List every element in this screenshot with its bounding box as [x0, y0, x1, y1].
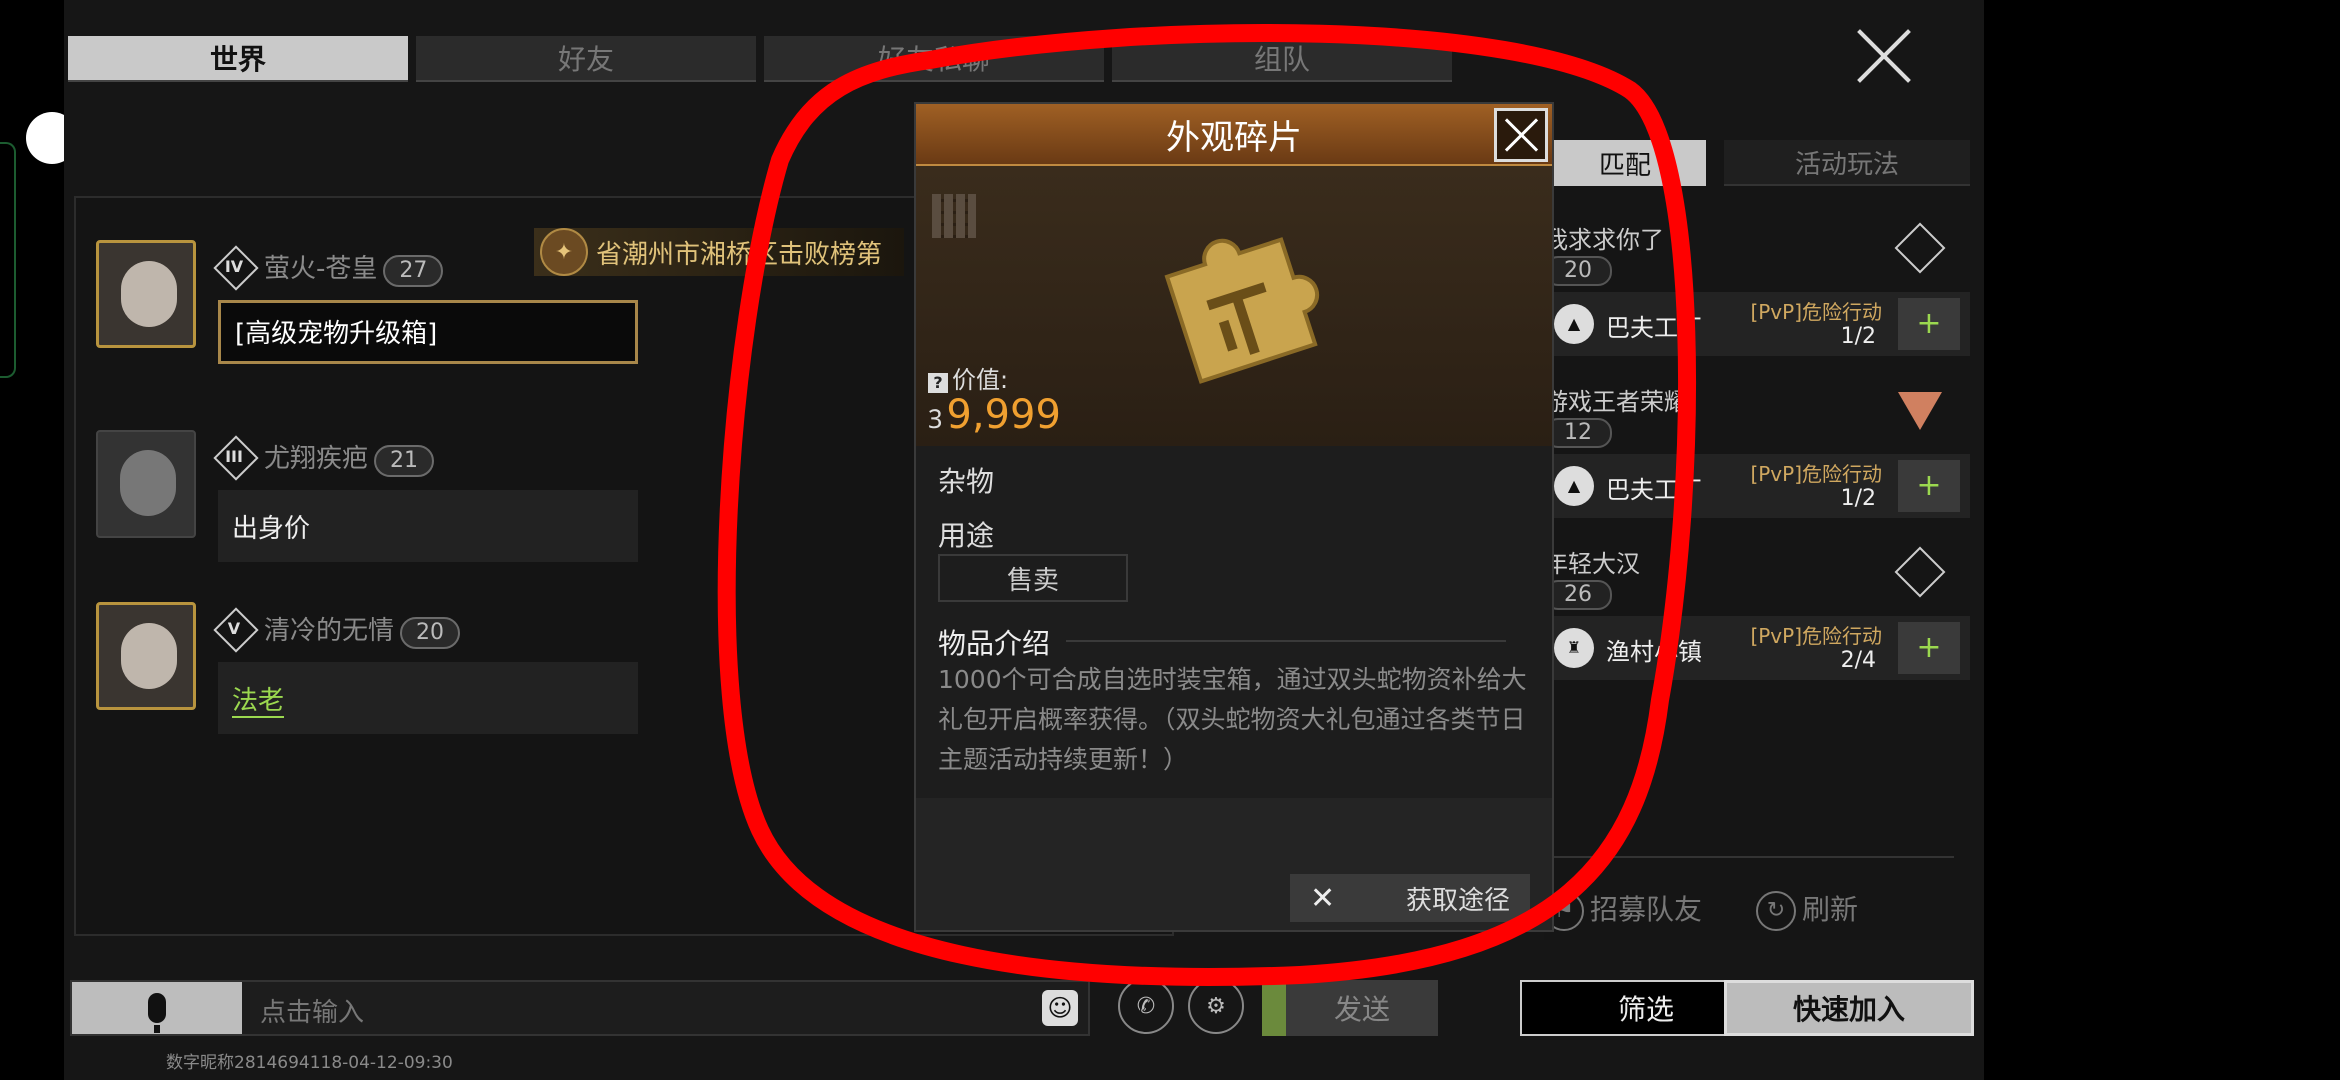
join-team-button[interactable]: + — [1898, 460, 1960, 512]
map-factory-icon: ▲ — [1554, 304, 1594, 344]
user-name[interactable]: 萤火-苍皇 — [264, 254, 377, 284]
join-team-button[interactable]: + — [1898, 298, 1960, 350]
refresh-icon: ↻ — [1756, 891, 1796, 931]
game-mode: [PvP]危险行动 — [1750, 300, 1882, 324]
tab-team[interactable]: 组队 — [1112, 36, 1452, 82]
team-leader-name: 年轻大汉 — [1544, 550, 1640, 578]
usage-label: 用途 — [938, 519, 995, 552]
chat-settings-icon[interactable]: ⚙ — [1188, 978, 1244, 1034]
voice-button[interactable] — [72, 982, 242, 1034]
close-icon: ✕ — [1310, 880, 1336, 916]
chat-tabs: 世界 好友 好友私聊 组队 — [68, 36, 1452, 84]
dialog-title: 外观碎片 — [916, 104, 1552, 166]
team-panel: 匹配 活动玩法 我求求你了 20 ▲ 巴夫工厂 [PvP]危险行动 1/2 + … — [1544, 140, 1970, 940]
value-label: ? 价值: — [928, 360, 1008, 395]
chat-message: III 尤翔疾疤 21 出身价 — [96, 430, 656, 570]
rank-badge-icon — [1898, 392, 1942, 430]
quick-join-button[interactable]: 快速加入 — [1724, 980, 1974, 1036]
item-description: 1000个可合成自选时装宝箱，通过双头蛇物资补给大礼包开启概率获得。（双头蛇物资… — [938, 665, 1527, 774]
member-count: 2/4 — [1840, 648, 1876, 673]
team-leader-name: 游戏王者荣耀 — [1544, 388, 1688, 416]
recruit-button[interactable]: ⚑ 招募队友 — [1544, 888, 1702, 931]
level-badge: 20 — [1544, 256, 1612, 286]
user-name[interactable]: 尤翔疾疤 — [264, 444, 368, 474]
close-icon[interactable] — [1494, 108, 1548, 162]
medal-icon: ✦ — [540, 228, 588, 276]
chat-input[interactable]: 点击输入 — [260, 992, 364, 1029]
item-preview: ? 价值: Ꝫ 9,999 — [916, 166, 1552, 446]
sell-button[interactable]: 售卖 — [938, 554, 1128, 602]
item-value: Ꝫ 9,999 — [928, 392, 1061, 438]
user-id-watermark: 数字昵称2814694118-04-12-09:30 — [166, 1053, 453, 1073]
user-name[interactable]: 清冷的无情 — [264, 616, 394, 646]
join-team-button[interactable]: + — [1898, 622, 1960, 674]
emoji-icon[interactable]: ☺ — [1042, 990, 1078, 1026]
tab-activities[interactable]: 活动玩法 — [1724, 140, 1970, 186]
team-entry[interactable]: 游戏王者荣耀 12 ▲ 巴夫工厂 [PvP]危险行动 1/2 + — [1544, 382, 1970, 532]
map-name: 巴夫工厂 — [1606, 476, 1702, 504]
item-detail-dialog: 外观碎片 ? 价值: Ꝫ 9,999 杂物 用途 售卖 物品介绍 1000个可合成自… — [914, 102, 1554, 932]
message-text: 法老 — [218, 662, 638, 734]
rank-badge-icon — [1894, 222, 1946, 274]
map-factory-icon: ▲ — [1554, 466, 1594, 506]
puzzle-piece-icon — [1164, 237, 1320, 384]
member-count: 1/2 — [1840, 486, 1876, 511]
rank-badge-icon: III — [214, 436, 254, 476]
game-mode: [PvP]危险行动 — [1750, 462, 1882, 486]
level-badge: 21 — [374, 445, 435, 477]
rank-badge-icon: V — [214, 608, 254, 648]
divider — [1066, 640, 1506, 642]
pinned-announcement[interactable]: ✦ 省潮州市湘桥区击败榜第 — [534, 228, 905, 276]
refresh-button[interactable]: ↻ 刷新 — [1756, 888, 1858, 931]
rank-badge-icon — [1894, 546, 1946, 598]
edge-gesture-handle[interactable] — [0, 142, 16, 378]
member-count: 1/2 — [1840, 324, 1876, 349]
game-mode: [PvP]危险行动 — [1750, 624, 1882, 648]
map-lighthouse-icon: ♜ — [1554, 628, 1594, 668]
send-button[interactable]: 发送 — [1262, 980, 1438, 1036]
avatar[interactable] — [96, 430, 196, 538]
rank-badge-icon: IV — [214, 246, 254, 286]
avatar[interactable] — [96, 602, 196, 710]
level-badge: 12 — [1544, 418, 1612, 448]
level-badge: 26 — [1544, 580, 1612, 610]
phone-screen: 世界 好友 好友私聊 组队 IV 萤火-苍皇 27 [高级宠物升级箱] III 尤… — [0, 0, 2340, 1080]
tab-private-chat[interactable]: 好友私聊 — [764, 36, 1104, 82]
chat-message: V 清冷的无情 20 法老 — [96, 602, 656, 742]
team-entry[interactable]: 年轻大汉 26 ♜ 渔村小镇 [PvP]危险行动 2/4 + — [1544, 544, 1970, 694]
item-link[interactable]: [高级宠物升级箱] — [218, 300, 638, 364]
grid-icon[interactable] — [932, 194, 976, 238]
currency-icon: Ꝫ — [928, 405, 943, 435]
tab-friends[interactable]: 好友 — [416, 36, 756, 82]
divider — [1554, 856, 1954, 858]
close-icon[interactable] — [1854, 26, 1914, 86]
broadcast-icon[interactable]: ✆ — [1118, 978, 1174, 1034]
map-name: 巴夫工厂 — [1606, 314, 1702, 342]
tab-world[interactable]: 世界 — [68, 36, 408, 82]
item-category: 杂物 — [938, 465, 995, 498]
microphone-icon — [148, 993, 166, 1033]
chat-input-bar: 点击输入 ☺ — [70, 980, 1090, 1036]
level-badge: 27 — [383, 255, 444, 287]
level-badge: 20 — [400, 617, 461, 649]
team-leader-name: 我求求你了 — [1544, 226, 1664, 254]
avatar[interactable] — [96, 240, 196, 348]
team-entry[interactable]: 我求求你了 20 ▲ 巴夫工厂 [PvP]危险行动 1/2 + — [1544, 220, 1970, 370]
map-name: 渔村小镇 — [1606, 638, 1702, 666]
acquire-path-button[interactable]: ✕ 获取途径 — [1290, 874, 1530, 922]
tab-match[interactable]: 匹配 — [1544, 140, 1706, 186]
message-text: 出身价 — [218, 490, 638, 562]
description-title: 物品介绍 — [938, 627, 1051, 660]
